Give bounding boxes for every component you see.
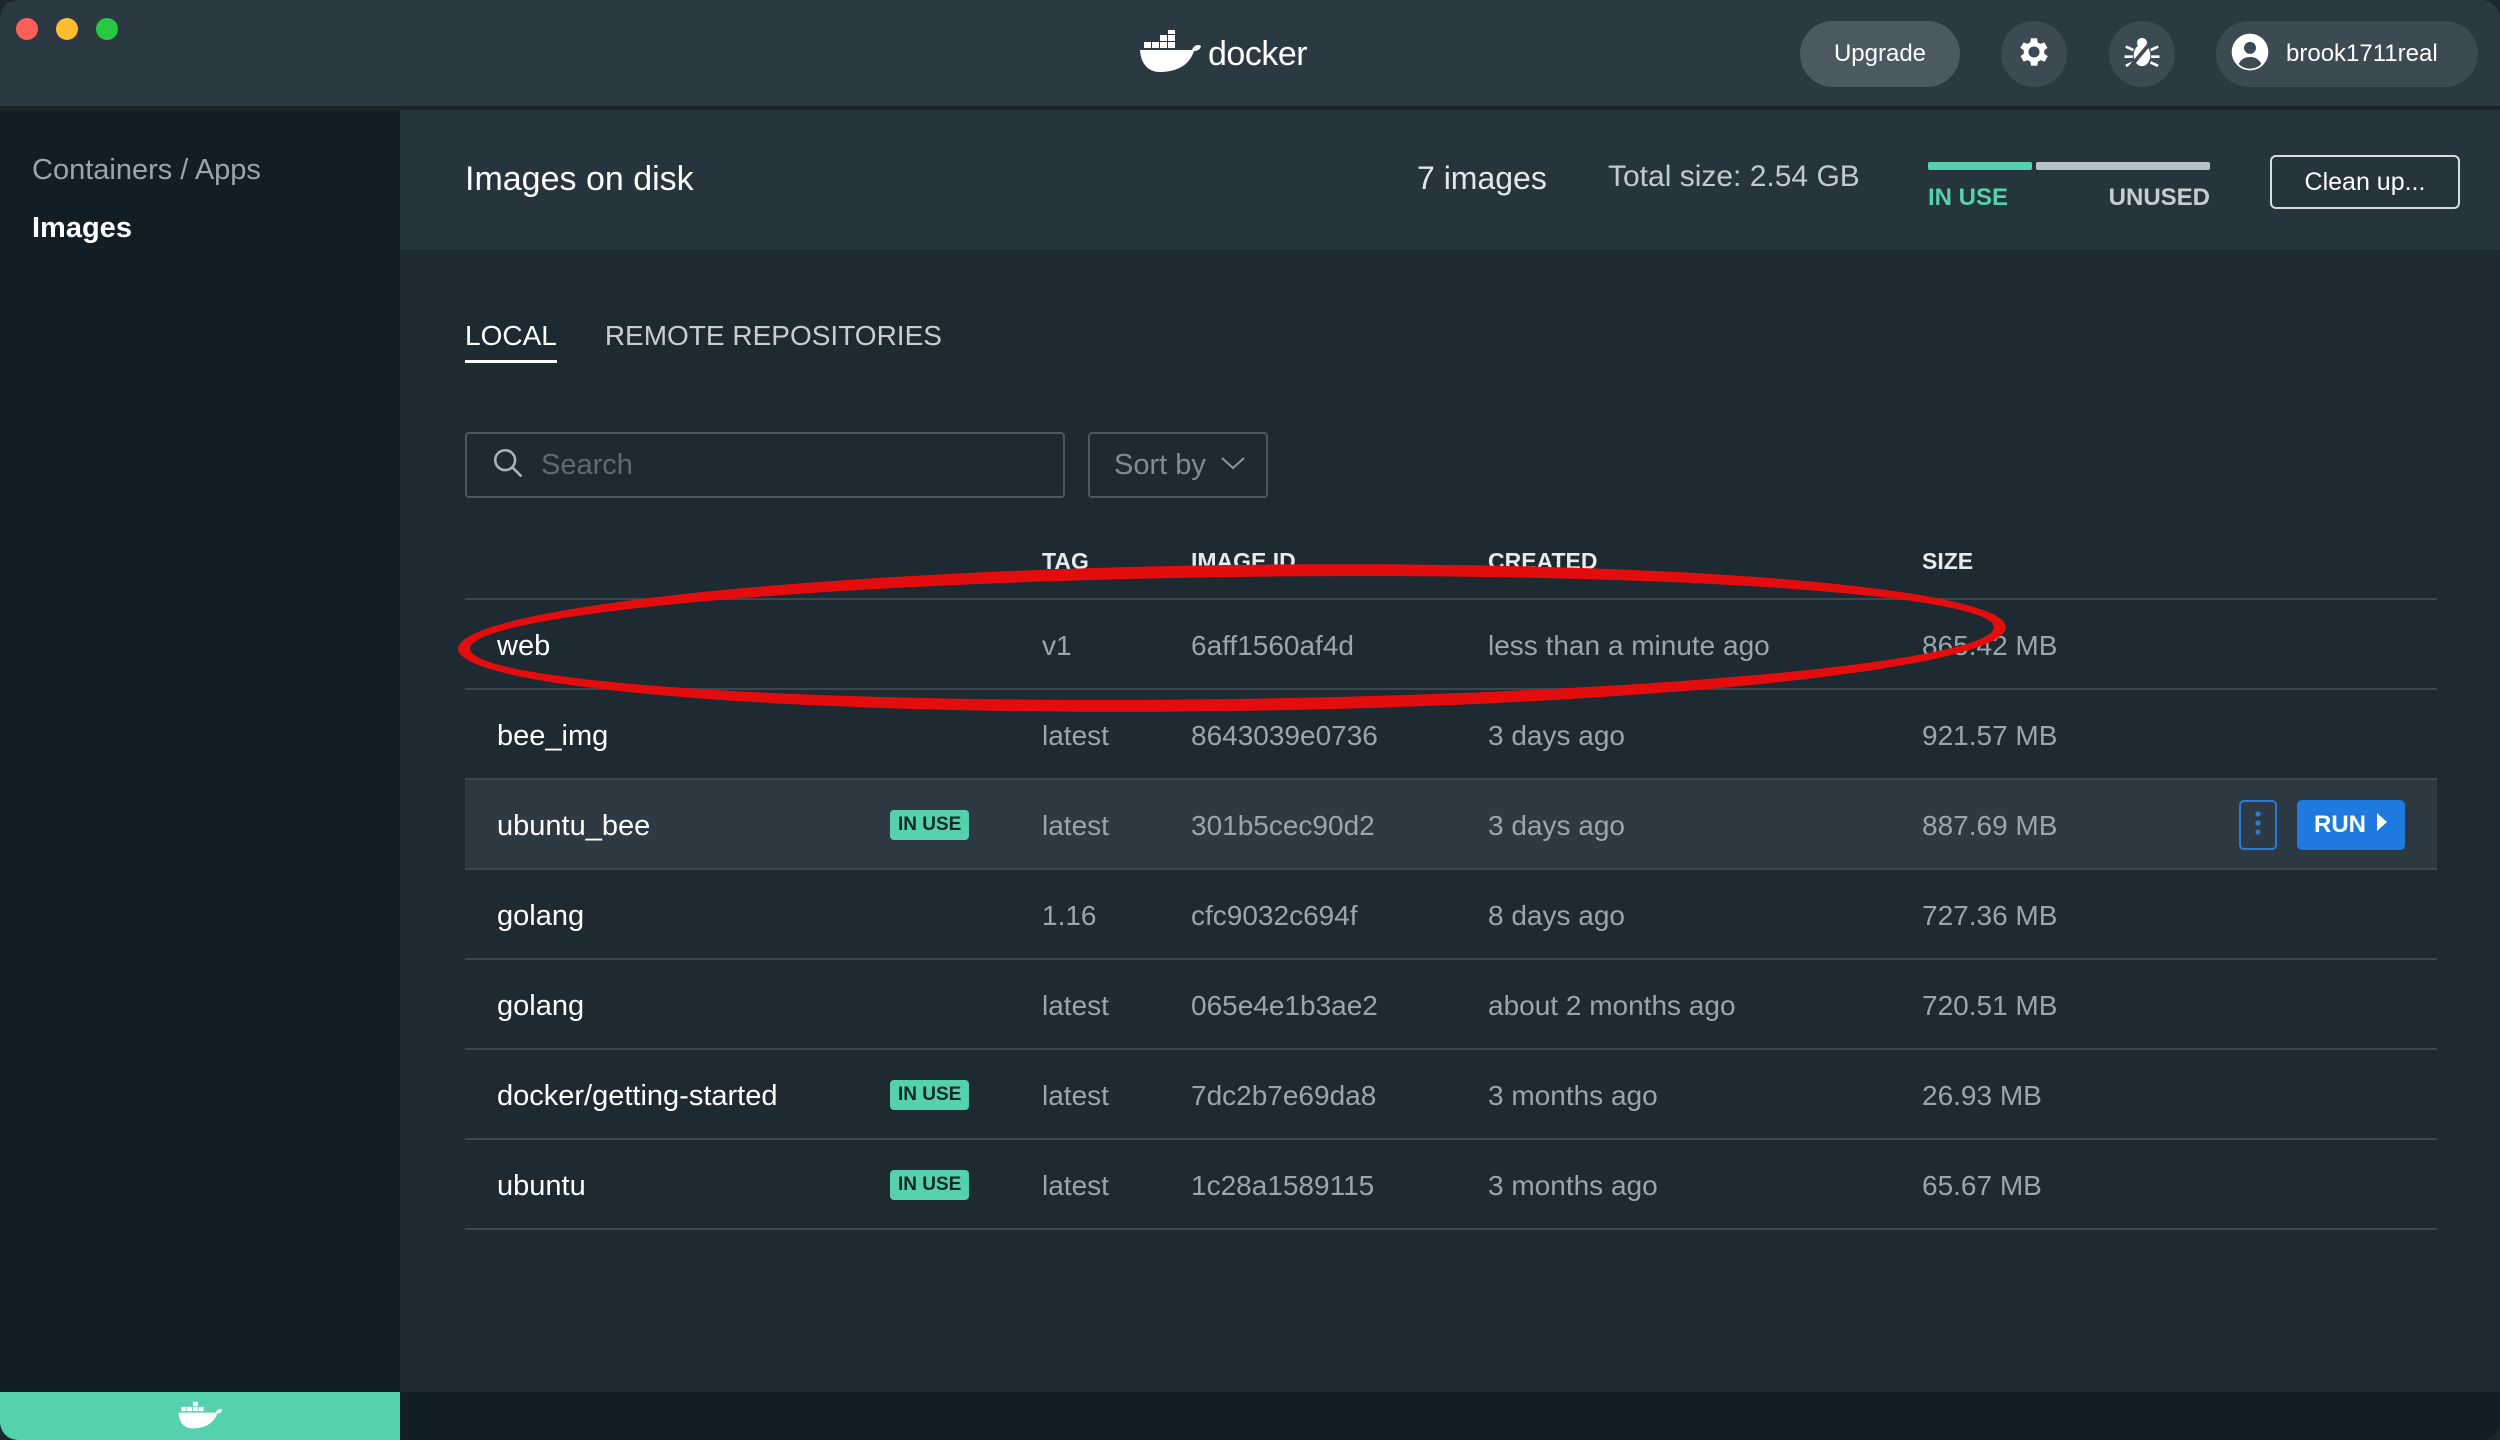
search-input[interactable] <box>541 448 1061 482</box>
sidebar-item-images[interactable]: Images <box>32 212 132 245</box>
images-table: TAG IMAGE ID CREATED SIZE web v1 6aff156… <box>465 520 2437 1230</box>
sidebar: Containers / Apps Images <box>0 110 400 1440</box>
run-label: RUN <box>2314 811 2366 838</box>
image-name: golang <box>497 900 585 932</box>
brand-name: docker <box>1208 34 1308 73</box>
troubleshoot-button[interactable] <box>2109 21 2175 87</box>
tab-local[interactable]: LOCAL <box>465 320 557 363</box>
sort-by-dropdown[interactable]: Sort by <box>1088 432 1268 498</box>
settings-button[interactable] <box>2001 21 2067 87</box>
docker-desktop-window: docker Upgrade brook1711real Containers … <box>0 0 2500 1440</box>
table-row[interactable]: docker/getting-started IN USE latest 7dc… <box>465 1050 2437 1140</box>
image-created: about 2 months ago <box>1488 990 1736 1021</box>
column-header-tag[interactable]: TAG <box>1042 548 1089 575</box>
table-row[interactable]: golang 1.16 cfc9032c694f 8 days ago 727.… <box>465 870 2437 960</box>
image-created: 3 months ago <box>1488 1080 1658 1111</box>
image-name: ubuntu_bee <box>497 810 651 842</box>
image-id: 6aff1560af4d <box>1191 630 1354 661</box>
table-row[interactable]: ubuntu_bee IN USE latest 301b5cec90d2 3 … <box>465 780 2437 870</box>
image-name: golang <box>497 990 585 1022</box>
in-use-badge: IN USE <box>890 1080 970 1110</box>
image-id: 8643039e0736 <box>1191 720 1378 751</box>
bottom-status-strip <box>400 1392 2500 1440</box>
main-content: Images on disk 7 images Total size: 2.54… <box>400 110 2500 1392</box>
table-row[interactable]: web v1 6aff1560af4d less than a minute a… <box>465 600 2437 690</box>
usage-bar-unused <box>2036 162 2210 170</box>
image-size: 887.69 MB <box>1922 810 2058 841</box>
minimize-window-button[interactable] <box>56 18 78 40</box>
image-tag: latest <box>1042 720 1109 751</box>
bug-icon <box>2122 32 2162 77</box>
title-bar: docker Upgrade brook1711real <box>0 0 2500 108</box>
docker-whale-icon <box>1138 27 1202 79</box>
image-size: 26.93 MB <box>1922 1080 2042 1111</box>
docker-logo: docker <box>1138 27 1308 80</box>
image-created: 3 days ago <box>1488 810 1625 841</box>
clean-up-button[interactable]: Clean up... <box>2270 155 2460 209</box>
image-created: 3 days ago <box>1488 720 1625 751</box>
table-row[interactable]: ubuntu IN USE latest 1c28a1589115 3 mont… <box>465 1140 2437 1230</box>
image-created: 3 months ago <box>1488 1170 1658 1201</box>
image-tag: v1 <box>1042 630 1072 661</box>
image-tag: latest <box>1042 810 1109 841</box>
image-size: 65.67 MB <box>1922 1170 2042 1201</box>
image-created: 8 days ago <box>1488 900 1625 931</box>
image-name: docker/getting-started <box>497 1080 778 1112</box>
column-header-image-id[interactable]: IMAGE ID <box>1191 548 1296 575</box>
zoom-window-button[interactable] <box>96 18 118 40</box>
gear-icon <box>2015 33 2053 76</box>
image-size: 720.51 MB <box>1922 990 2058 1021</box>
image-tag: 1.16 <box>1042 900 1097 931</box>
column-header-created[interactable]: CREATED <box>1488 548 1597 575</box>
unused-label: UNUSED <box>2108 184 2210 211</box>
image-id: 7dc2b7e69da8 <box>1191 1080 1377 1111</box>
column-header-size[interactable]: SIZE <box>1922 548 1973 575</box>
usage-bar <box>1928 162 2210 170</box>
image-tabs: LOCAL REMOTE REPOSITORIES <box>465 320 942 363</box>
upgrade-button[interactable]: Upgrade <box>1800 21 1960 87</box>
image-id: 301b5cec90d2 <box>1191 810 1375 841</box>
image-name: bee_img <box>497 720 609 752</box>
run-button[interactable]: RUN <box>2297 800 2405 850</box>
search-icon <box>491 446 525 485</box>
image-tag: latest <box>1042 990 1109 1021</box>
image-count: 7 images <box>1417 160 1547 196</box>
in-use-badge: IN USE <box>890 810 970 840</box>
chevron-down-icon <box>1220 455 1246 476</box>
image-size: 727.36 MB <box>1922 900 2058 931</box>
close-window-button[interactable] <box>16 18 38 40</box>
image-created: less than a minute ago <box>1488 630 1770 661</box>
search-box[interactable] <box>465 432 1065 498</box>
kebab-menu-icon <box>2254 810 2262 841</box>
image-id: 065e4e1b3ae2 <box>1191 990 1378 1021</box>
total-size: Total size: 2.54 GB <box>1608 160 1860 193</box>
docker-whale-icon <box>177 1398 223 1435</box>
page-title: Images on disk <box>465 160 694 198</box>
image-name: web <box>497 630 551 662</box>
image-tag: latest <box>1042 1170 1109 1201</box>
disk-usage-meter: IN USE UNUSED <box>1928 162 2210 211</box>
more-options-button[interactable] <box>2239 800 2277 850</box>
account-username: brook1711real <box>2286 40 2438 67</box>
image-size: 865.42 MB <box>1922 630 2058 661</box>
tab-remote-repositories[interactable]: REMOTE REPOSITORIES <box>605 320 942 363</box>
sidebar-item-containers-apps[interactable]: Containers / Apps <box>32 154 261 187</box>
images-header: Images on disk 7 images Total size: 2.54… <box>400 110 2500 250</box>
image-tag: latest <box>1042 1080 1109 1111</box>
image-name: ubuntu <box>497 1170 586 1202</box>
image-id: cfc9032c694f <box>1191 900 1358 931</box>
table-row[interactable]: bee_img latest 8643039e0736 3 days ago 9… <box>465 690 2437 780</box>
table-header: TAG IMAGE ID CREATED SIZE <box>465 520 2437 600</box>
image-size: 921.57 MB <box>1922 720 2058 751</box>
user-avatar-icon <box>2230 32 2270 77</box>
account-button[interactable]: brook1711real <box>2216 21 2478 87</box>
sidebar-status-footer[interactable] <box>0 1392 400 1440</box>
sort-by-label: Sort by <box>1114 448 1206 481</box>
table-row[interactable]: golang latest 065e4e1b3ae2 about 2 month… <box>465 960 2437 1050</box>
usage-bar-in-use <box>1928 162 2032 170</box>
play-icon <box>2376 811 2388 839</box>
in-use-label: IN USE <box>1928 184 2009 211</box>
in-use-badge: IN USE <box>890 1170 970 1200</box>
image-id: 1c28a1589115 <box>1191 1170 1375 1201</box>
